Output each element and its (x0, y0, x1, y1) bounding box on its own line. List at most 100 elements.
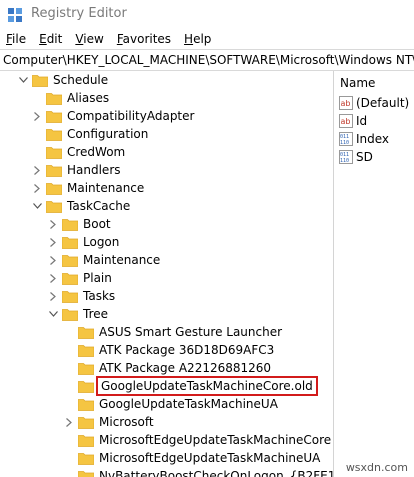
tree-item-label: Maintenance (83, 253, 161, 267)
tree-item[interactable]: NvBatteryBoostCheckOnLogon_{B2FE19 (64, 467, 333, 477)
tree-item-label: ASUS Smart Gesture Launcher (99, 325, 283, 339)
tree-item-label: Configuration (67, 127, 149, 141)
tree-item-label: GoogleUpdateTaskMachineUA (99, 397, 278, 411)
value-name: (Default) (356, 96, 410, 110)
tree-item[interactable]: GoogleUpdateTaskMachineUA (64, 395, 278, 413)
svg-text:110: 110 (340, 158, 349, 164)
chevron-right-icon[interactable] (64, 413, 74, 431)
tree-item[interactable]: CompatibilityAdapter (32, 107, 194, 125)
chevron-right-icon[interactable] (48, 251, 58, 269)
tree-item[interactable]: MicrosoftEdgeUpdateTaskMachineUA (64, 449, 320, 467)
chevron-right-icon[interactable] (48, 215, 58, 233)
title-bar: Registry Editor (0, 0, 414, 29)
watermark: wsxdn.com (345, 461, 408, 474)
menu-view[interactable]: View (75, 32, 103, 46)
tree-item-label: Handlers (67, 163, 121, 177)
values-pane[interactable]: Name ab (Default) ab Id 011 110 Index 011 110 SD (334, 71, 414, 477)
tree-item[interactable]: Tasks (48, 287, 115, 305)
tree-item[interactable]: Maintenance (32, 179, 144, 197)
column-header-name[interactable]: Name (340, 76, 375, 90)
chevron-right-icon[interactable] (32, 161, 42, 179)
menu-file[interactable]: File (6, 32, 26, 46)
folder-icon (78, 380, 94, 393)
tree-item[interactable]: Tree (48, 305, 108, 323)
chevron-right-icon[interactable] (48, 269, 58, 287)
registry-editor-app-icon (8, 8, 22, 22)
folder-icon (46, 182, 62, 195)
tree-item[interactable]: Handlers (32, 161, 121, 179)
value-row[interactable]: ab Id (339, 112, 367, 130)
tree-item[interactable]: Schedule (18, 71, 108, 89)
tree-item-label: NvBatteryBoostCheckOnLogon_{B2FE19 (99, 469, 333, 477)
tree-item[interactable]: Logon (48, 233, 119, 251)
folder-icon (62, 308, 78, 321)
menu-help[interactable]: Help (184, 32, 211, 46)
tree-item-label-selected: GoogleUpdateTaskMachineCore.old (96, 376, 318, 396)
chevron-down-icon[interactable] (32, 197, 42, 215)
folder-icon (78, 362, 94, 375)
tree-item-label: Schedule (53, 73, 109, 87)
tree-item[interactable]: Boot (48, 215, 111, 233)
tree-item-label: CredWom (67, 145, 126, 159)
folder-icon (78, 416, 94, 429)
folder-icon (62, 272, 78, 285)
chevron-right-icon[interactable] (32, 107, 42, 125)
folder-icon (78, 452, 94, 465)
chevron-down-icon[interactable] (18, 71, 28, 89)
binary-value-icon: 011110 (339, 150, 353, 164)
string-value-icon: ab (339, 114, 353, 128)
chevron-right-icon[interactable] (48, 233, 58, 251)
folder-icon (78, 326, 94, 339)
tree-item-label: ATK Package A22126881260 (99, 361, 272, 375)
value-row[interactable]: 011 110 SD (339, 148, 373, 166)
folder-icon (62, 290, 78, 303)
tree-item-label: Logon (83, 235, 120, 249)
folder-icon (46, 128, 62, 141)
address-bar[interactable]: Computer\HKEY_LOCAL_MACHINE\SOFTWARE\Mic… (0, 49, 414, 71)
svg-text:110: 110 (340, 140, 349, 146)
value-row[interactable]: 011 110 Index (339, 130, 389, 148)
tree-item-label: Tree (83, 307, 109, 321)
folder-icon (78, 470, 94, 477)
tree-item[interactable]: ATK Package A22126881260 (64, 359, 271, 377)
svg-text:ab: ab (341, 117, 351, 126)
tree-item[interactable]: CredWom (32, 143, 125, 161)
chevron-down-icon[interactable] (48, 305, 58, 323)
svg-text:ab: ab (341, 99, 351, 108)
tree-item-label: Boot (83, 217, 111, 231)
tree-item[interactable]: MicrosoftEdgeUpdateTaskMachineCore (64, 431, 331, 449)
tree-item[interactable]: Maintenance (48, 251, 160, 269)
tree-item-label: TaskCache (67, 199, 131, 213)
window-title: Registry Editor (31, 6, 127, 21)
tree-item[interactable]: Microsoft (64, 413, 154, 431)
tree-item[interactable]: ATK Package 36D18D69AFC3 (64, 341, 274, 359)
tree-item[interactable]: Configuration (32, 125, 148, 143)
chevron-right-icon[interactable] (48, 287, 58, 305)
menu-favorites[interactable]: Favorites (117, 32, 171, 46)
tree-item[interactable]: ASUS Smart Gesture Launcher (64, 323, 282, 341)
key-tree-pane[interactable]: Schedule Aliases CompatibilityAdapter Confi… (0, 71, 333, 477)
string-value-icon: ab (339, 96, 353, 110)
menu-edit[interactable]: Edit (39, 32, 62, 46)
folder-icon (78, 398, 94, 411)
folder-icon (46, 200, 62, 213)
value-row[interactable]: ab (Default) (339, 94, 409, 112)
tree-item[interactable]: Aliases (32, 89, 109, 107)
chevron-right-icon[interactable] (32, 179, 42, 197)
menu-bar: File Edit View Favorites Help (0, 29, 414, 49)
tree-item[interactable]: TaskCache (32, 197, 130, 215)
tree-item-label: CompatibilityAdapter (67, 109, 195, 123)
value-name: Index (356, 132, 390, 146)
tree-item[interactable]: GoogleUpdateTaskMachineCore.old (64, 376, 318, 396)
tree-item[interactable]: Plain (48, 269, 112, 287)
folder-icon (62, 236, 78, 249)
value-name: Id (356, 114, 368, 128)
